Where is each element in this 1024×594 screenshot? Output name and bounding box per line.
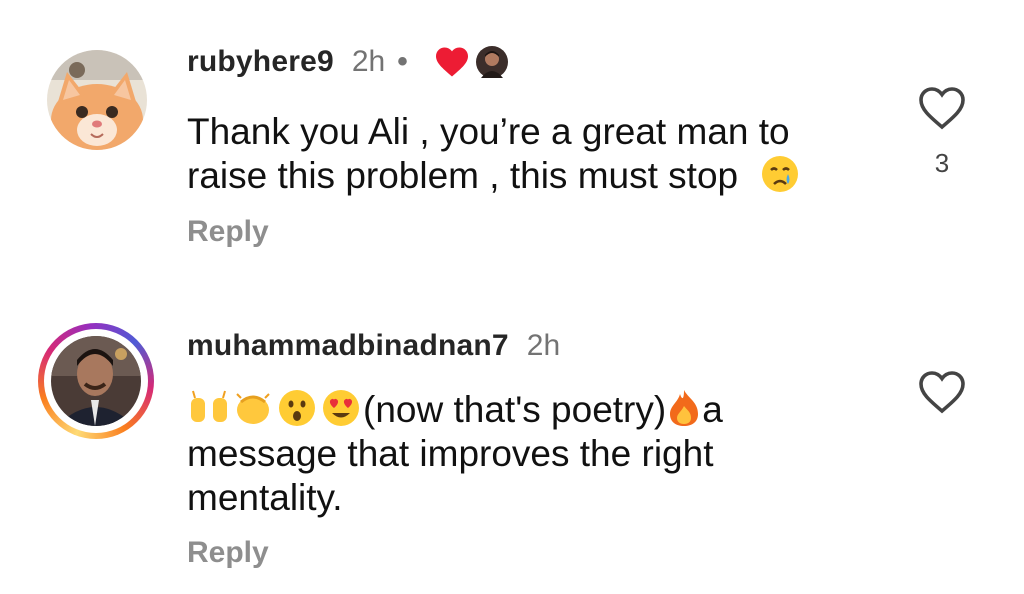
comment-text-line: mentality. (187, 477, 343, 518)
comment-meta: rubyhere9 2h • (187, 42, 508, 82)
avatar[interactable] (47, 50, 147, 150)
comment-muhammadbinadnan7: muhammadbinadnan7 2h (now that's poetry)… (0, 290, 1024, 594)
comment-text-line: Thank you Ali , you’re a great man to (187, 111, 790, 152)
heart-outline-icon[interactable] (918, 370, 966, 414)
like-count: 3 (934, 148, 950, 178)
comment-meta: muhammadbinadnan7 2h (187, 326, 560, 366)
comment-text: Thank you Ali , you’re a great man to ra… (187, 110, 837, 198)
fire-emoji (670, 390, 699, 426)
username[interactable]: rubyhere9 (187, 45, 334, 79)
creator-avatar (475, 46, 508, 78)
comment-rubyhere9: rubyhere9 2h • Thank you Ali , you’re a … (0, 0, 1024, 290)
username[interactable]: muhammadbinadnan7 (187, 329, 509, 363)
red-heart-icon (435, 47, 468, 77)
liked-by-creator (434, 46, 508, 78)
surprised-face-emoji (279, 390, 315, 426)
reply-button[interactable]: Reply (187, 536, 269, 570)
comment-text-line: message that improves the right (187, 433, 714, 474)
comment-text-segment: a (702, 389, 723, 430)
raising-hands-emoji (191, 390, 227, 422)
separator-dot: • (397, 45, 408, 78)
comment-text-line-1: (now that's poetry) a (187, 388, 837, 432)
heart-outline-icon[interactable] (918, 86, 966, 130)
comment-text-segment: (now that's poetry) (363, 389, 667, 430)
timestamp: 2h (526, 329, 561, 362)
comment-text-line: raise this problem , this must stop (187, 155, 739, 196)
avatar[interactable] (51, 336, 141, 426)
comment-text-line-2: raise this problem , this must stop (187, 154, 837, 198)
clapping-hands-emoji (236, 393, 270, 424)
heart-eyes-emoji (323, 390, 359, 426)
reply-button[interactable]: Reply (187, 215, 269, 249)
comment-text: (now that's poetry) a message that impro… (187, 388, 837, 520)
crying-face-emoji (762, 156, 799, 192)
timestamp: 2h (351, 45, 386, 78)
